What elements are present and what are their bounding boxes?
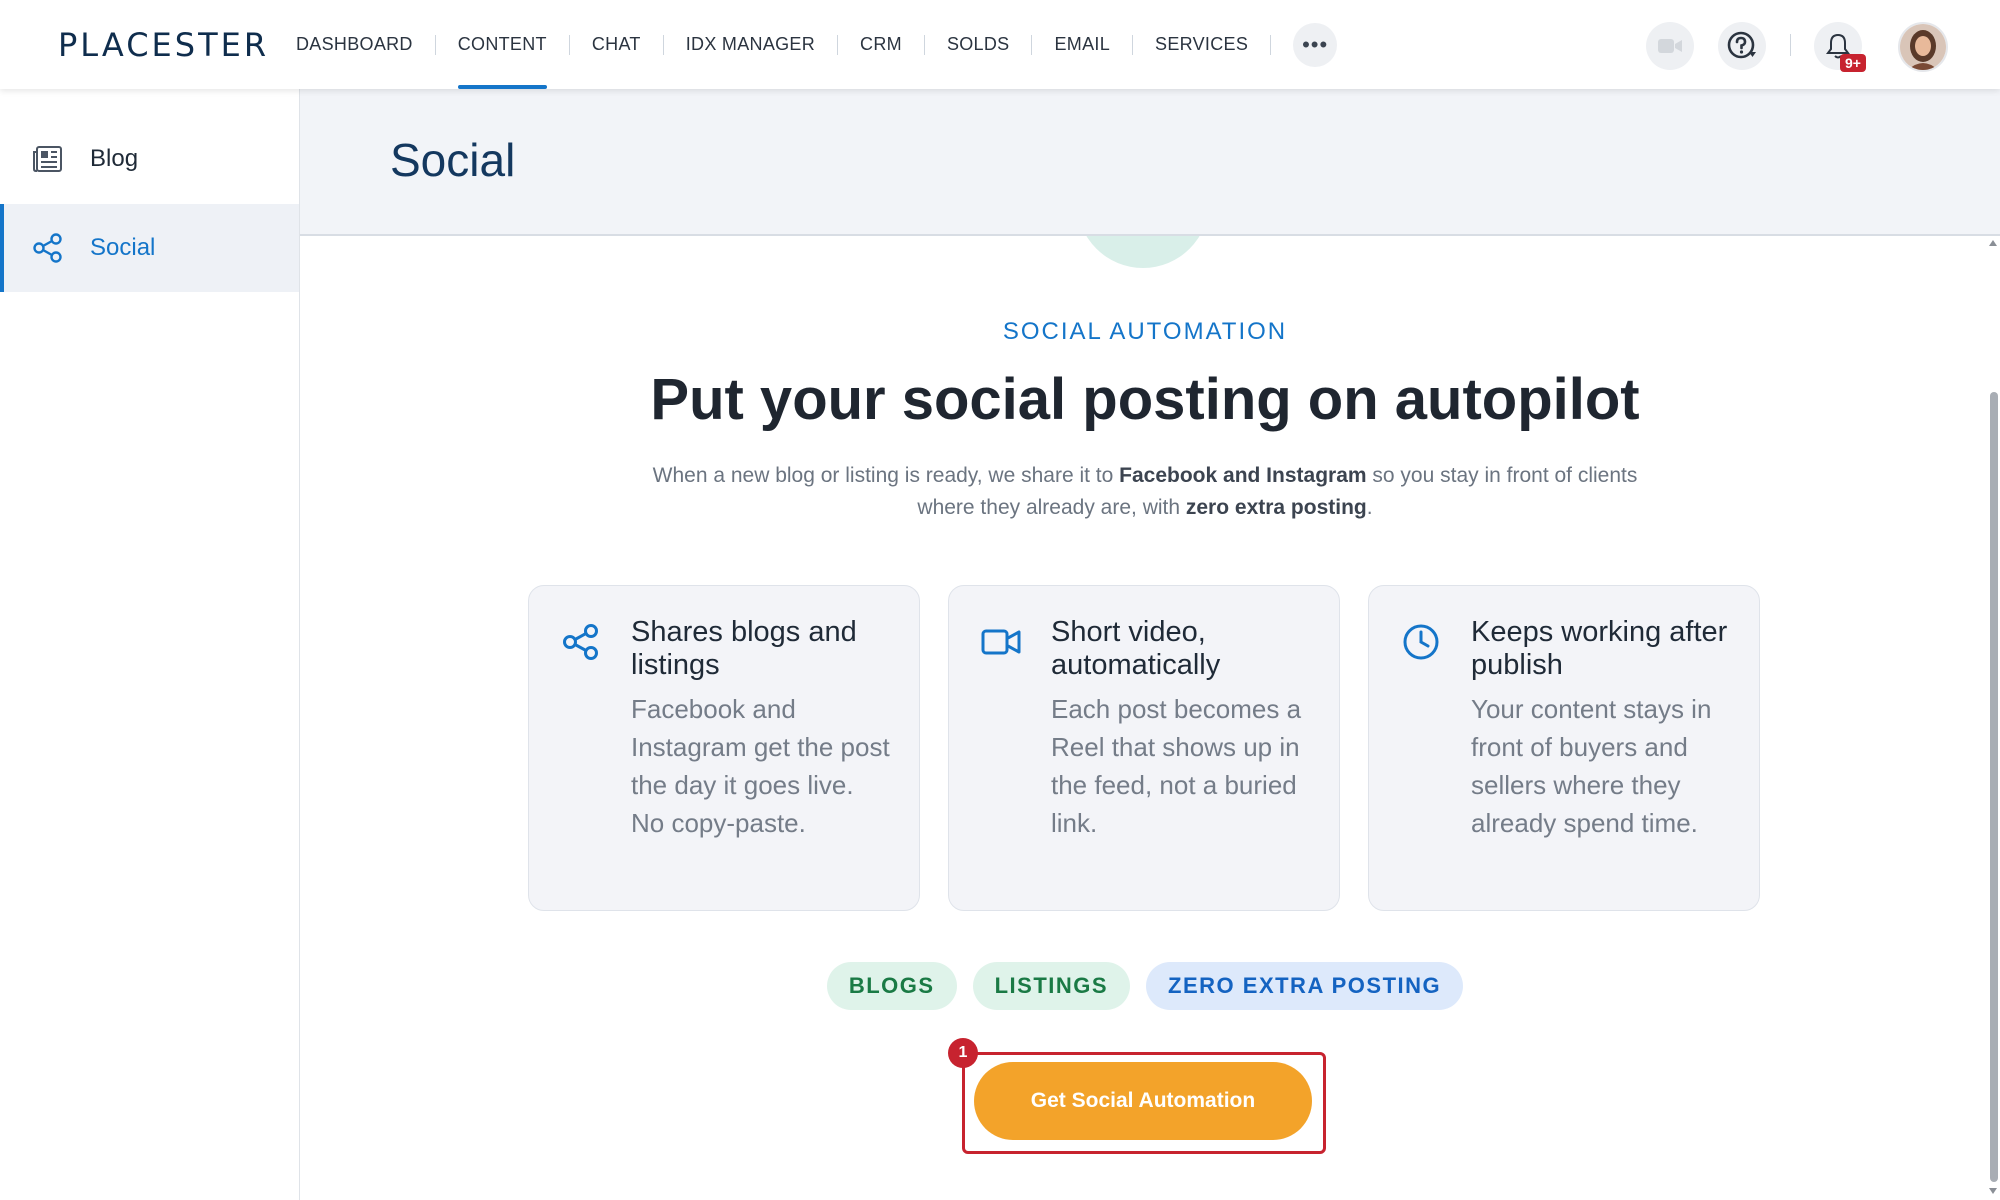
help-button[interactable]	[1718, 22, 1766, 70]
clock-icon	[1403, 624, 1439, 660]
description-text: .	[1366, 496, 1373, 519]
nav-chat[interactable]: CHAT	[570, 0, 663, 89]
nav-services[interactable]: SERVICES	[1133, 0, 1270, 89]
notification-count-badge: 9+	[1840, 54, 1866, 72]
feature-card-video: Short video, automatically Each post bec…	[948, 585, 1340, 911]
toolbar-divider	[1790, 34, 1791, 56]
scrollbar-thumb[interactable]	[1990, 392, 1998, 1182]
tag-chips: BLOGS LISTINGS ZERO EXTRA POSTING	[300, 962, 1990, 1010]
avatar-portrait-icon	[1900, 24, 1946, 70]
content-sidebar: Blog Social	[0, 89, 300, 1200]
newspaper-icon	[33, 146, 62, 172]
video-icon	[981, 629, 1021, 655]
more-menu-button[interactable]: •••	[1293, 22, 1338, 67]
step-marker-badge: 1	[948, 1038, 978, 1068]
nav-idx-manager[interactable]: IDX MANAGER	[664, 0, 837, 89]
headline: Put your social posting on autopilot	[650, 367, 1640, 432]
page-title: Social	[390, 134, 516, 186]
sidebar-item-label: Social	[90, 234, 156, 261]
description: When a new blog or listing is ready, we …	[625, 460, 1665, 524]
feature-card-title: Keeps working after publish	[1471, 616, 1728, 681]
decorative-circle	[1077, 236, 1209, 268]
nav-email[interactable]: EMAIL	[1032, 0, 1132, 89]
video-camera-icon	[1658, 39, 1682, 53]
share-icon	[563, 624, 598, 660]
feature-card-body: Your content stays in front of buyers an…	[1471, 694, 1712, 838]
get-social-automation-button[interactable]: Get Social Automation	[974, 1062, 1312, 1140]
chip-blogs: BLOGS	[826, 962, 957, 1010]
description-bold: zero extra posting	[1185, 496, 1367, 519]
feature-card-title: Short video, automatically	[1051, 616, 1221, 681]
feature-card-shares: Shares blogs and listings Facebook and I…	[528, 585, 920, 911]
help-question-icon	[1727, 31, 1756, 59]
nav-content[interactable]: CONTENT	[436, 0, 569, 89]
user-avatar[interactable]	[1898, 22, 1948, 72]
sidebar-item-blog[interactable]: Blog	[0, 115, 299, 203]
nav-dashboard[interactable]: DASHBOARD	[274, 0, 435, 89]
feature-card-body: Facebook and Instagram get the post the …	[631, 694, 890, 838]
nav-divider	[1270, 34, 1272, 55]
scroll-up-arrow-icon[interactable]	[1989, 240, 1997, 246]
section-eyebrow: SOCIAL AUTOMATION	[1002, 318, 1288, 345]
top-navigation-bar: PLACESTER DASHBOARD CONTENT CHAT IDX MAN…	[0, 0, 2000, 89]
scroll-down-arrow-icon[interactable]	[1989, 1188, 1997, 1194]
placester-logo[interactable]: PLACESTER	[58, 26, 269, 64]
feature-card-body: Each post becomes a Reel that shows up i…	[1051, 694, 1302, 838]
video-call-button[interactable]	[1646, 22, 1694, 70]
description-bold: Facebook and Instagram	[1119, 464, 1367, 487]
page-header: Social	[300, 89, 2000, 236]
main-nav: DASHBOARD CONTENT CHAT IDX MANAGER CRM S…	[274, 0, 1338, 89]
sidebar-item-social[interactable]: Social	[0, 204, 299, 292]
chip-listings: LISTINGS	[972, 962, 1131, 1010]
feature-card-keeps-working: Keeps working after publish Your content…	[1368, 585, 1760, 911]
nav-crm[interactable]: CRM	[838, 0, 924, 89]
feature-cards: Shares blogs and listings Facebook and I…	[528, 585, 1760, 911]
chip-zero-extra-posting: ZERO EXTRA POSTING	[1146, 962, 1464, 1010]
social-automation-panel: SOCIAL AUTOMATION Put your social postin…	[300, 236, 1990, 1200]
sidebar-item-label: Blog	[90, 145, 139, 172]
description-text: When a new blog or listing is ready, we …	[652, 464, 1120, 487]
share-icon	[33, 233, 62, 263]
nav-solds[interactable]: SOLDS	[925, 0, 1032, 89]
feature-card-title: Shares blogs and listings	[631, 616, 857, 681]
